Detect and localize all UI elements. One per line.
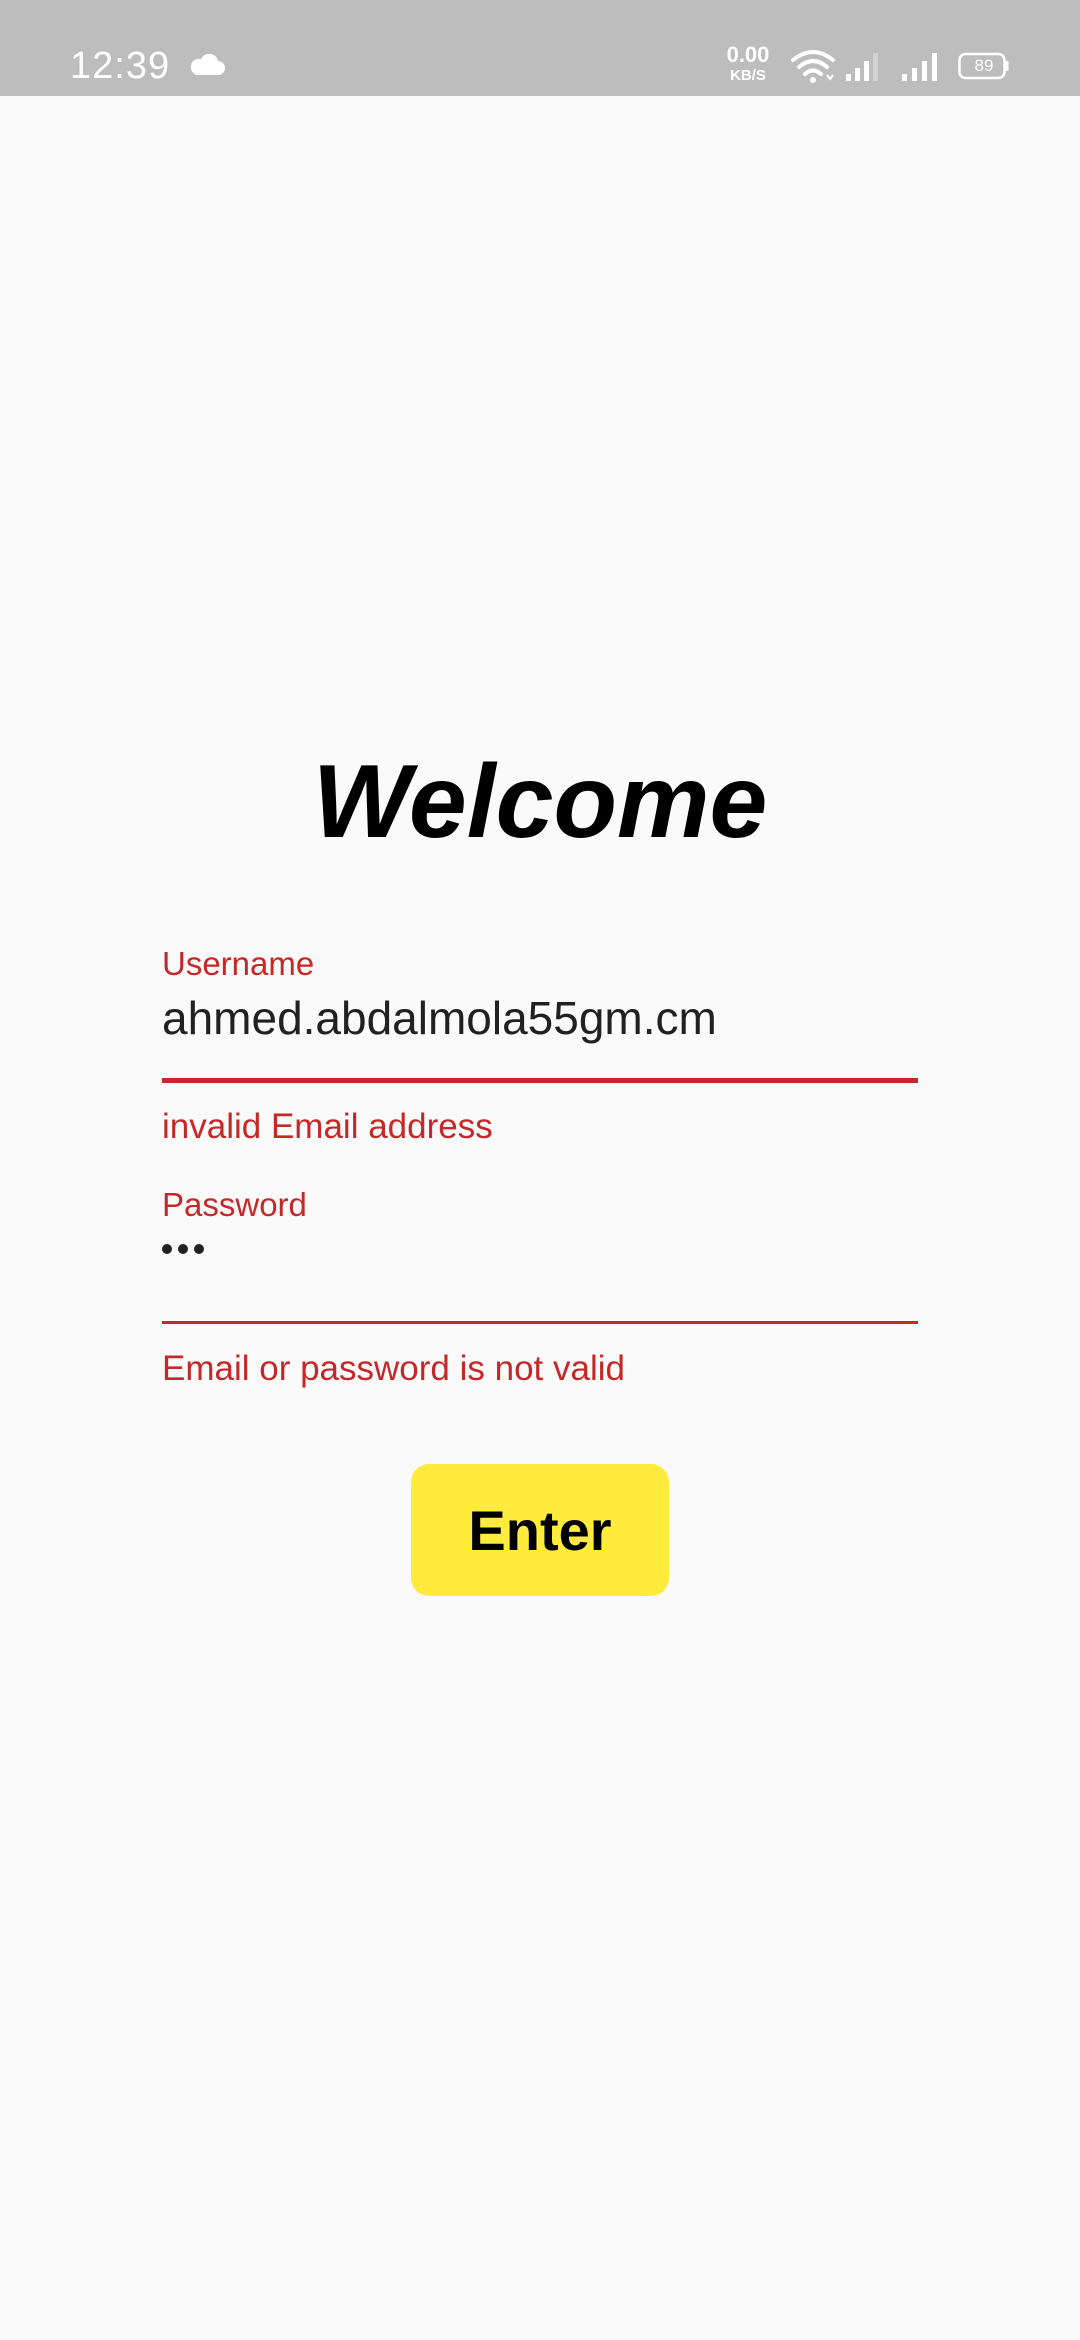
battery-level: 89 [974, 56, 994, 75]
battery-icon: 89 [958, 52, 1010, 80]
network-speed: 0.00 KB/S [720, 42, 776, 84]
password-error: Email or password is not valid [162, 1349, 625, 1388]
username-underline [162, 1078, 918, 1083]
password-underline [162, 1321, 918, 1324]
password-dot [194, 1243, 204, 1254]
wifi-icon [791, 50, 835, 83]
password-dot [162, 1243, 172, 1254]
username-error: invalid Email address [162, 1107, 493, 1146]
network-speed-unit: KB/S [730, 67, 766, 84]
username-field[interactable] [162, 990, 918, 1046]
status-time: 12:39 [70, 45, 171, 87]
username-label: Username [162, 945, 315, 982]
cloud-icon [190, 53, 225, 75]
page-title: Welcome [312, 744, 768, 860]
signal-icon [846, 53, 878, 81]
enter-button[interactable]: Enter [411, 1464, 669, 1596]
password-dot [178, 1243, 188, 1254]
password-label: Password [162, 1186, 307, 1223]
status-bar: 12:39 0.00 KB/S 89 [0, 0, 1080, 96]
signal-icon [902, 53, 937, 81]
network-speed-value: 0.00 [726, 42, 770, 67]
password-field[interactable] [162, 1240, 210, 1270]
